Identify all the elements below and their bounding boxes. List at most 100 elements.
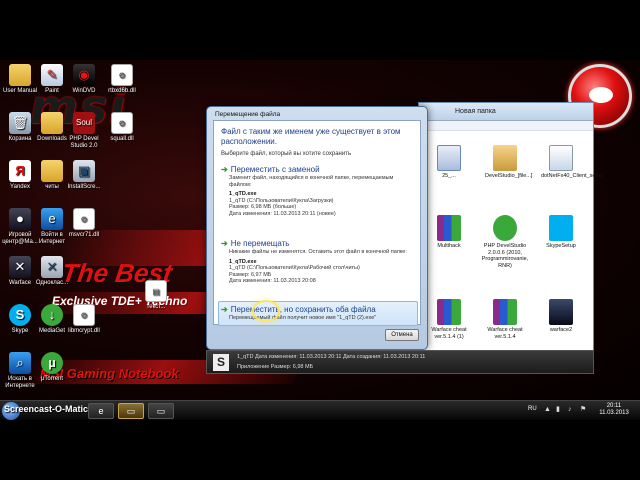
file-details-line2: Приложение Размер: 6,98 МБ [237,364,314,370]
file-date: Дата изменения: 11.03.2013 20:08 [229,278,316,284]
option-replace-title: Переместить с заменой [230,165,320,174]
file-name: 1_qTD.exe [229,258,257,265]
explorer-item[interactable]: warface2 [541,299,581,334]
option-dont-move-title: Не перемещать [230,239,290,248]
file-date: Дата изменения: 11.03.2013 20:11 (новее) [229,210,336,217]
dvd-icon: ◉ [73,64,95,86]
file-path: 1_qTD (C:\Пользователи\Кукла\Рабочий сто… [229,265,360,271]
cancel-button[interactable]: Отмена [385,329,419,341]
explorer-item[interactable]: Warface cheat ver.5.1.4 [485,299,525,340]
winrar-icon [437,299,461,325]
explorer-item[interactable]: SkypeSetup [541,215,581,250]
option-dont-move-file-info: 1_qTD.exe 1_qTD (C:\Пользователи\Кукла\Р… [229,259,417,285]
desktop-icon-php-devel-studio[interactable]: Soul PHP Devel Studio 2.0 [64,112,104,150]
dll-icon: ⚙ [73,304,95,326]
taskbar-folder-button[interactable]: ▭ [148,403,174,419]
skype-setup-icon [549,215,573,241]
volume-icon[interactable]: ♪ [568,406,576,414]
word-doc-icon [437,145,461,171]
folder-icon: ▭ [126,406,136,416]
option-keep-both[interactable]: ➔ Переместить, но сохранить оба файла Пер… [218,301,418,326]
explorer-window[interactable]: Новая папка 25_... DevelStudio_[file...]… [418,102,603,372]
text-file-icon: ▤ [145,280,167,302]
explorer-item[interactable]: DevelStudio_[file...] [485,145,532,180]
arrow-right-icon: ➔ [221,305,228,314]
file-name: 1_qTD.exe [229,191,257,197]
clock-time: 20:11 [606,403,622,409]
option-dont-move-description: Никакие файлы не изменятся. Оставить это… [229,249,407,255]
option-dont-move[interactable]: ➔ Не перемещать Никакие файлы не изменятс… [221,239,417,285]
desktop-icon-rtbxd6b[interactable]: ⚙ rtbxd6b.dll [102,64,142,95]
clock-date: 11.03.2013 [599,410,629,416]
tray-arrow-icon[interactable]: ▲ [544,406,552,414]
desktop-icon-odnoklassniki[interactable]: ✕ Одноклас... [32,256,72,287]
explorer-toolbar: Новая папка [419,103,593,121]
desktop-icon-installscreen[interactable]: ▣ InstallScre... [64,160,104,191]
explorer-header [419,121,593,131]
internet-explorer-icon: e [98,406,104,416]
dialog-heading: Файл с таким же именем уже существует в … [221,127,401,146]
explorer-item[interactable]: Multihack [429,215,469,250]
utorrent-icon [493,215,517,241]
option-replace-description: Заменит файл, находящийся в конечной пап… [229,175,394,188]
winrar-icon [493,299,517,325]
search-internet-icon: ⌕ [9,352,31,374]
arrow-right-icon: ➔ [221,239,228,248]
move-file-dialog: Перемещение файла Файл с таким же именем… [206,106,428,350]
file-path: 1_qTD (C:\Пользователи\Кукла\Загрузки) [229,197,334,204]
letterbox-top [0,0,640,60]
explorer-item[interactable]: Warface cheat ver.5.1.4 (1) [429,299,469,340]
yandex-icon: Я [9,160,31,182]
taskbar: Screencast-O-Matic.com e ▭ ▭ RU ▲ ▮ ♪ ⚑ … [0,400,640,420]
taskbar-explorer-button[interactable]: ▭ [118,403,144,419]
mediaget-icon: ↓ [41,304,63,326]
letterbox-bottom [0,420,640,480]
explorer-item[interactable]: dotNetFx40_Client_setup [541,145,603,180]
clock[interactable]: 20:11 11.03.2013 [596,403,632,417]
file-size: Размер: 6,98 МБ (больше) [229,204,297,210]
desktop-icon-libmcrypt[interactable]: ⚙ libmcrypt.dll [64,304,104,335]
desktop-icon-windvd[interactable]: ◉ WinDVD [64,64,104,95]
desktop-icon-utorrent[interactable]: µ µTorrent [32,352,72,383]
arrow-right-icon: ➔ [221,165,228,174]
dialog-subheading: Выберите файл, который вы хотите сохрани… [221,151,352,157]
installer-icon [549,145,573,171]
desktop-icon-squall[interactable]: ⚙ squall.dll [102,112,142,143]
archive-box-icon [493,145,517,171]
paint-icon: ✎ [41,64,63,86]
dll-icon: ⚙ [111,112,133,134]
dll-icon: ⚙ [111,64,133,86]
option-replace[interactable]: ➔ Переместить с заменой Заменит файл, нах… [221,165,417,217]
desktop-icon-msvcr71[interactable]: ⚙ msvcr71.dll [64,208,104,239]
dialog-content: Файл с таким же именем уже существует в … [213,120,421,326]
folder-icon [9,64,31,86]
dll-icon: ⚙ [73,208,95,230]
folder-icon [41,160,63,182]
explorer-item[interactable]: PHP DevelStudio 2.0.0.6 (2010, Programmi… [481,215,529,269]
game-center-icon: ● [9,208,31,230]
odnoklassniki-icon: ✕ [41,256,63,278]
internet-explorer-icon: e [41,208,63,230]
installer-icon: ▣ [73,160,95,182]
warface-icon: ✕ [9,256,31,278]
utorrent-icon: µ [41,352,63,374]
skype-icon: S [9,304,31,326]
photo-icon [549,299,573,325]
new-folder-button[interactable]: Новая папка [455,108,496,115]
network-icon[interactable]: ▮ [556,406,564,414]
downloads-folder-icon [41,112,63,134]
desktop-icon-text[interactable]: ▤ текст... [136,280,176,311]
folder-icon: ▭ [156,406,166,416]
winrar-icon [437,215,461,241]
language-indicator[interactable]: RU [528,406,537,412]
taskbar-ie-button[interactable]: e [88,403,114,419]
soul-app-icon: Soul [73,112,95,134]
s-app-icon: S [213,354,229,371]
flag-icon[interactable]: ⚑ [580,406,588,414]
option-replace-file-info: 1_qTD.exe 1_qTD (C:\Пользователи\Кукла\З… [229,191,417,217]
file-size: Размер: 6,97 МБ [229,271,272,278]
explorer-item[interactable]: 25_... [429,145,469,180]
recycle-bin-icon: 🗑 [9,112,31,134]
cursor-highlight [252,300,280,322]
file-details-strip: S 1_qTD Дата изменения: 11.03.2013 20:11… [206,350,594,374]
